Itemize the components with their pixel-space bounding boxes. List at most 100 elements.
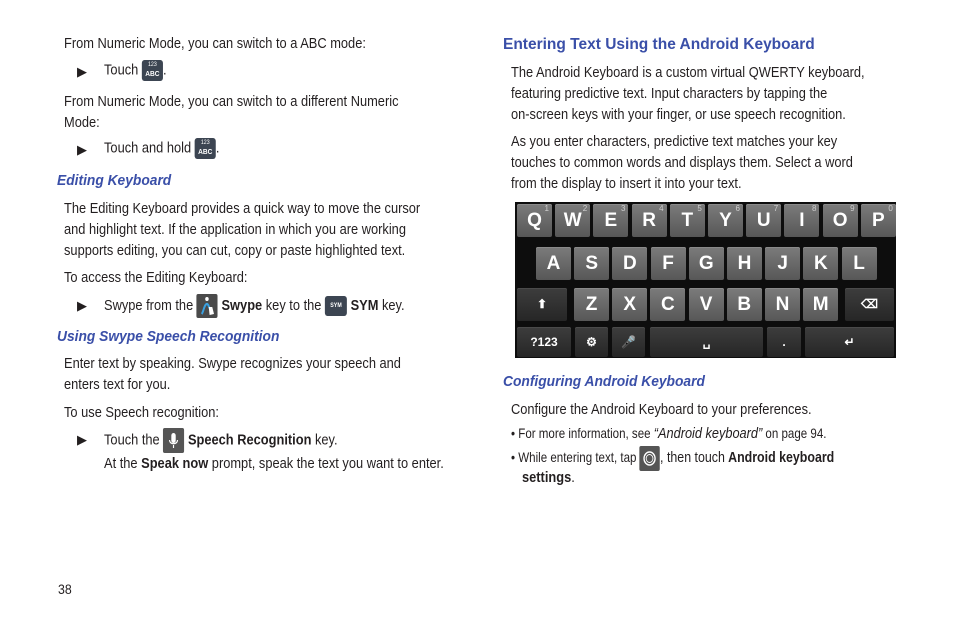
key-microphone: 🎤 bbox=[612, 327, 645, 357]
android-keyboard-paragraph-line2: featuring predictive text. Input charact… bbox=[511, 86, 828, 102]
step-suffix: key. bbox=[381, 297, 405, 314]
predictive-text-paragraph-line3: from the display to insert it into your … bbox=[511, 176, 742, 192]
key-label: P bbox=[871, 210, 885, 231]
key-m: M bbox=[803, 288, 839, 321]
key-label: Y bbox=[719, 210, 732, 231]
speech-paragraph-line1: Enter text by speaking. Swype recognizes… bbox=[64, 356, 401, 372]
abc-key-bottom: ABC bbox=[145, 69, 160, 78]
bullet-settings-continued: settings. bbox=[522, 468, 575, 489]
key-r: R4 bbox=[631, 204, 667, 237]
key-label: A bbox=[546, 253, 561, 274]
key-backspace: ⌫ bbox=[845, 288, 894, 321]
key-label: C bbox=[661, 294, 675, 315]
bullet-dot: • bbox=[511, 426, 516, 441]
bullet-more-info: • For more information, see “Android key… bbox=[511, 424, 826, 444]
key-u: U7 bbox=[746, 204, 782, 237]
android-keyboard-settings-label: Android keyboard bbox=[728, 450, 835, 467]
step-arrow-icon: ▶ bbox=[77, 432, 87, 447]
key-h: H bbox=[727, 247, 762, 280]
key-label: . bbox=[782, 335, 786, 349]
android-keyboard-paragraph-line1: The Android Keyboard is a custom virtual… bbox=[511, 65, 865, 81]
key-label: W bbox=[563, 210, 582, 231]
key-f: F bbox=[650, 247, 686, 280]
key-label: G bbox=[698, 253, 714, 274]
step-text: Swype from the bbox=[104, 297, 194, 314]
key-label: K bbox=[814, 253, 828, 274]
android-keyboard-link[interactable]: “Android keyboard” bbox=[654, 425, 762, 442]
key-number: 0 bbox=[888, 204, 893, 213]
key-space: ␣ bbox=[650, 327, 763, 357]
speak-now-label: Speak now bbox=[141, 456, 209, 472]
step-arrow-icon: ▶ bbox=[77, 298, 87, 313]
key-label: ↵ bbox=[844, 335, 855, 349]
step-text: key to the bbox=[265, 297, 322, 314]
key-v: V bbox=[688, 288, 724, 321]
editing-access-paragraph: To access the Editing Keyboard: bbox=[64, 270, 248, 286]
numeric-mode-paragraph-line1: From Numeric Mode, you can switch to a d… bbox=[64, 94, 399, 110]
key-z: Z bbox=[574, 288, 609, 321]
speech-recognition-heading: Using Swype Speech Recognition bbox=[57, 328, 280, 345]
key-y: Y6 bbox=[708, 204, 743, 237]
key-b: B bbox=[726, 288, 762, 321]
key-j: J bbox=[765, 247, 801, 280]
editing-keyboard-heading: Editing Keyboard bbox=[57, 172, 172, 189]
step-touch-speech-key: Touch the Speech Recognition key. bbox=[104, 428, 338, 453]
key-o: O9 bbox=[822, 204, 858, 237]
key-symbols: ?123 bbox=[517, 327, 571, 357]
key-t: T5 bbox=[669, 204, 705, 237]
abc-key-bottom: ABC bbox=[198, 147, 213, 156]
key-d: D bbox=[612, 247, 648, 280]
key-number: 7 bbox=[773, 204, 779, 213]
key-number: 5 bbox=[697, 204, 702, 213]
key-label: Q bbox=[527, 210, 542, 231]
step-arrow-icon: ▶ bbox=[77, 142, 87, 157]
editing-paragraph-line1: The Editing Keyboard provides a quick wa… bbox=[64, 201, 421, 217]
key-enter: ↵ bbox=[805, 327, 894, 357]
speech-key-label: Speech Recognition bbox=[187, 432, 312, 449]
bullet-dot: • bbox=[511, 450, 516, 466]
key-number: 6 bbox=[735, 204, 740, 213]
key-shift: ⬆ bbox=[517, 288, 567, 321]
key-label: V bbox=[699, 294, 713, 315]
key-label: N bbox=[775, 294, 790, 315]
step-touch-abc: Touch 123 ABC. bbox=[104, 60, 167, 81]
key-label: L bbox=[853, 253, 865, 274]
key-n: N bbox=[765, 288, 800, 321]
step-arrow-icon: ▶ bbox=[77, 64, 87, 79]
key-q: Q1 bbox=[517, 204, 552, 237]
editing-paragraph-line2: and highlight text. If the application i… bbox=[64, 222, 406, 238]
step-text: Touch and hold bbox=[104, 140, 192, 157]
speech-use-paragraph: To use Speech recognition: bbox=[64, 405, 219, 421]
step-text: Touch bbox=[104, 62, 139, 79]
sym-key-label: SYM bbox=[350, 297, 379, 314]
key-label: T bbox=[681, 210, 694, 231]
key-e: E3 bbox=[593, 204, 629, 237]
key-label: Z bbox=[585, 294, 598, 315]
bullet-text: While entering text, tap bbox=[518, 450, 637, 466]
swype-key-label: Swype bbox=[221, 297, 263, 314]
sym-key-icon: SYM bbox=[325, 296, 348, 316]
speak-now-instruction: At the Speak now prompt, speak the text … bbox=[104, 454, 444, 475]
bullet-text: on page 94. bbox=[765, 426, 827, 441]
key-label: H bbox=[737, 253, 752, 274]
key-label: F bbox=[662, 253, 674, 274]
android-keyboard-image: Q 1 W 2 E 3 R 4 T 5 Y 6 U 7 I 8 O 9 P 0 A S D F G H J K L ⬆ Z X C V B N M ⌫ ?1… bbox=[515, 202, 896, 358]
key-label: ⬆ bbox=[536, 297, 548, 311]
settings-key-icon bbox=[639, 446, 661, 471]
swype-key-icon bbox=[196, 294, 218, 318]
key-label: E bbox=[604, 210, 618, 231]
key-label: ?123 bbox=[530, 335, 558, 349]
numeric-abc-paragraph: From Numeric Mode, you can switch to a A… bbox=[64, 36, 366, 52]
key-label: X bbox=[623, 294, 637, 315]
key-label: ⌫ bbox=[861, 297, 878, 311]
step-swype-to-sym: Swype from the Swype key to the SYM SYM … bbox=[104, 294, 405, 318]
key-number: 3 bbox=[620, 204, 626, 213]
bullet-text: , then touch bbox=[660, 450, 725, 467]
microphone-key-icon bbox=[163, 428, 185, 453]
configuring-keyboard-heading: Configuring Android Keyboard bbox=[503, 373, 705, 390]
key-i: I8 bbox=[784, 204, 820, 237]
key-k: K bbox=[803, 247, 839, 280]
key-label: 🎤 bbox=[621, 335, 636, 349]
key-label: ␣ bbox=[702, 335, 711, 349]
key-label: R bbox=[642, 210, 656, 231]
